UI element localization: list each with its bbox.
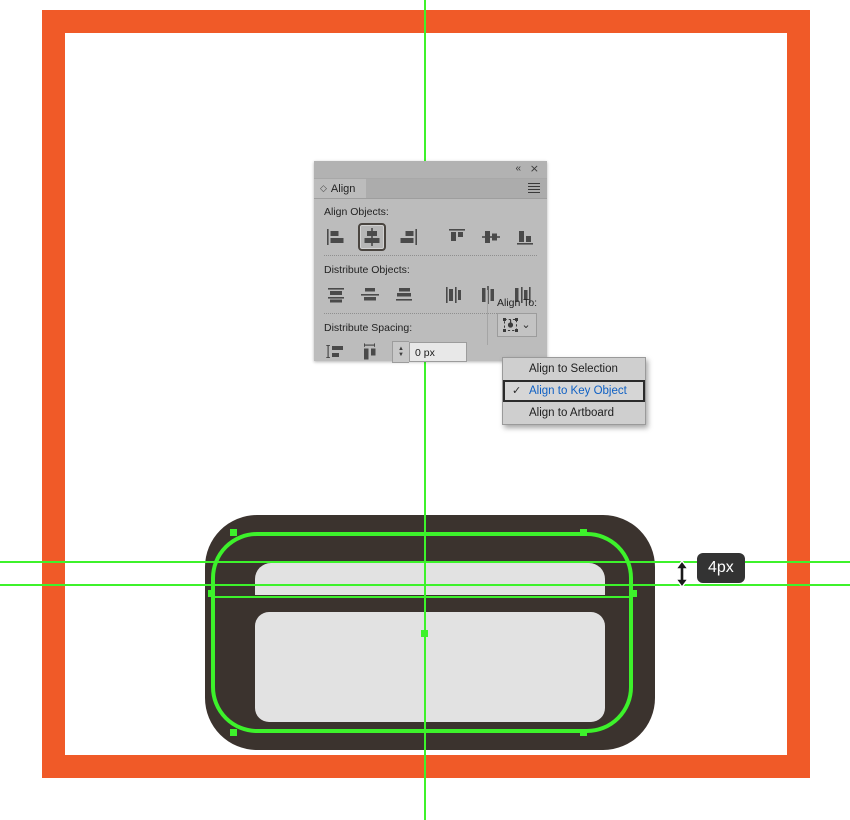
panel-tab-row: ◇ Align xyxy=(314,179,547,199)
vertical-align-bottom-button[interactable] xyxy=(513,225,537,249)
section-divider-1 xyxy=(324,255,537,257)
stepper-down-icon[interactable]: ▼ xyxy=(398,352,404,358)
tab-align[interactable]: ◇ Align xyxy=(314,179,367,198)
vertical-distribute-center-button[interactable] xyxy=(358,283,382,307)
check-icon: ✓ xyxy=(512,384,522,397)
align-to-dropdown-menu[interactable]: Align to Selection ✓ Align to Key Object… xyxy=(502,357,646,425)
diamond-icon: ◇ xyxy=(320,183,327,193)
align-objects-section: Align Objects: xyxy=(314,206,547,252)
spacing-stepper[interactable]: ▲ ▼ xyxy=(392,341,409,363)
hamburger-menu-icon[interactable] xyxy=(528,183,540,194)
path-anchor-point[interactable] xyxy=(630,590,637,597)
path-anchor-point[interactable] xyxy=(580,729,587,736)
vertical-distribute-bottom-button[interactable] xyxy=(392,283,416,307)
vertical-distribute-spacing-button[interactable] xyxy=(324,340,348,364)
illustration-canvas[interactable] xyxy=(0,0,850,820)
artboard-frame-left xyxy=(42,10,65,778)
distribute-objects-label: Distribute Objects: xyxy=(324,264,410,276)
menu-item-align-to-key-object[interactable]: ✓ Align to Key Object xyxy=(503,380,645,402)
collapse-panel-icon[interactable]: « xyxy=(515,164,520,174)
align-panel[interactable]: « × ◇ Align Align Objects: Distribute Ob… xyxy=(314,161,547,364)
menu-item-align-to-artboard[interactable]: Align to Artboard xyxy=(503,402,645,424)
horizontal-align-right-button[interactable] xyxy=(396,225,420,249)
path-anchor-point[interactable] xyxy=(208,590,215,597)
align-to-key-object-icon xyxy=(503,317,519,332)
panel-titlebar[interactable]: « × xyxy=(314,161,547,179)
vertical-align-top-button[interactable] xyxy=(445,225,469,249)
spacing-input[interactable]: 0 px xyxy=(409,342,467,362)
align-to-section: Align To: ⌄ xyxy=(487,290,547,345)
menu-item-label: Align to Selection xyxy=(529,363,618,375)
artboard-frame-top xyxy=(42,10,810,33)
chevron-down-icon[interactable]: ⌄ xyxy=(521,320,530,331)
align-to-dropdown-button[interactable]: ⌄ xyxy=(497,313,537,337)
menu-item-label: Align to Artboard xyxy=(529,407,615,419)
selection-center-point[interactable] xyxy=(421,630,428,637)
path-anchor-point[interactable] xyxy=(230,729,237,736)
align-objects-buttons xyxy=(324,222,537,252)
artboard-frame-bottom xyxy=(42,755,810,778)
measurement-tooltip: 4px xyxy=(697,553,745,583)
align-to-label: Align To: xyxy=(497,297,538,309)
tab-align-label: Align xyxy=(330,182,356,195)
horizontal-align-left-button[interactable] xyxy=(324,225,348,249)
horizontal-distribute-spacing-button[interactable] xyxy=(358,340,382,364)
vertical-distribute-top-button[interactable] xyxy=(324,283,348,307)
menu-item-align-to-selection[interactable]: Align to Selection xyxy=(503,358,645,380)
close-panel-icon[interactable]: × xyxy=(530,163,539,174)
align-objects-label: Align Objects: xyxy=(324,206,389,218)
artboard-frame-right xyxy=(787,10,810,778)
menu-item-label: Align to Key Object xyxy=(529,385,627,397)
vertical-align-center-button[interactable] xyxy=(479,225,503,249)
path-anchor-point[interactable] xyxy=(580,529,587,536)
path-anchor-point[interactable] xyxy=(230,529,237,536)
horizontal-distribute-left-button[interactable] xyxy=(442,283,466,307)
measurement-value: 4px xyxy=(708,559,734,576)
horizontal-align-center-button[interactable] xyxy=(357,223,386,251)
vertical-resize-cursor xyxy=(672,559,692,589)
